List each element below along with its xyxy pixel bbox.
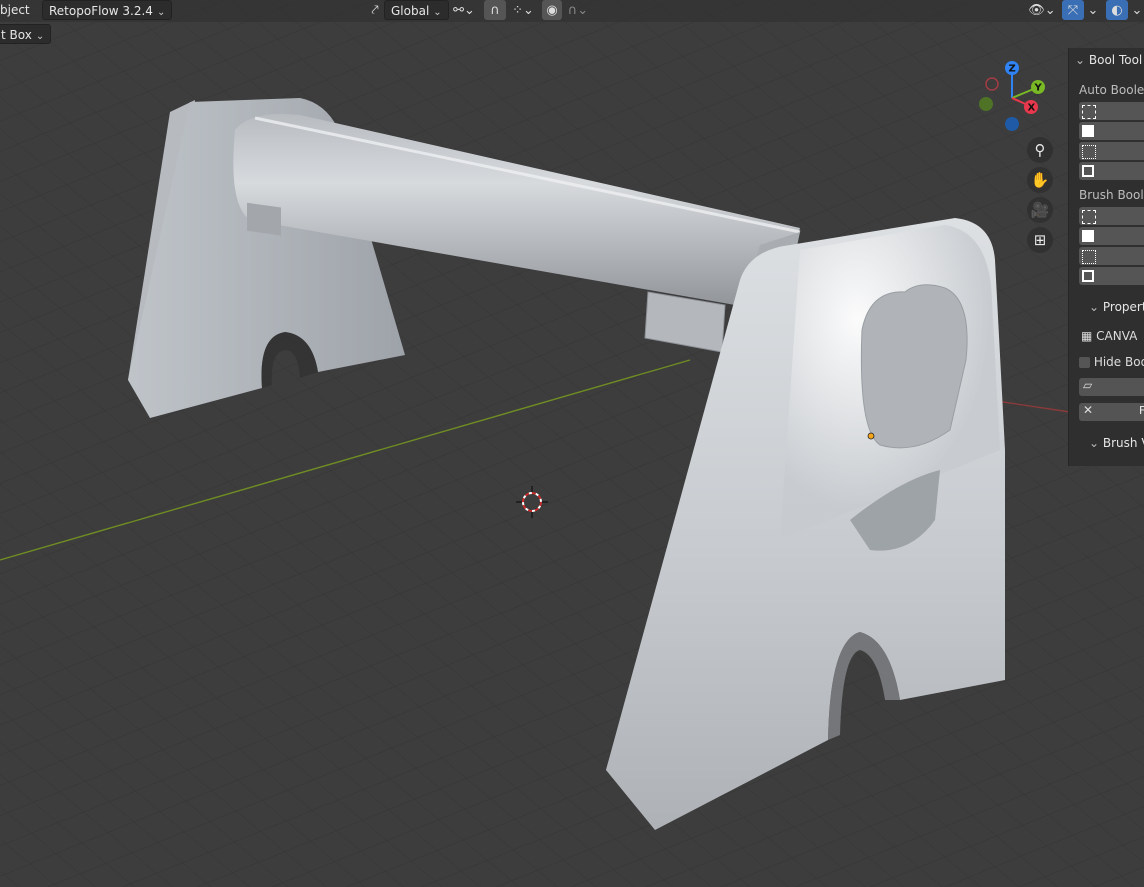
brush-slice-button[interactable] — [1079, 267, 1144, 285]
difference-icon — [1082, 210, 1096, 224]
properties-label: Propert — [1102, 300, 1144, 314]
brush-union-button[interactable] — [1079, 227, 1144, 245]
3d-viewport[interactable]: Z Y X bject RetopoFlow 3.2.4 ⌄ ⤤ Global ⌄ … — [0, 0, 1144, 887]
tool-label: t Box — [1, 28, 32, 42]
visibility-icon[interactable]: 👁⌄ — [1026, 0, 1058, 20]
brush-label: Brush V — [1102, 436, 1144, 450]
brush-difference-button[interactable] — [1079, 207, 1144, 225]
hide-bool-checkbox[interactable]: Hide Boo — [1079, 355, 1144, 369]
orientation-dropdown[interactable]: Global ⌄ — [384, 0, 449, 20]
chevron-down-icon: ⌄ — [433, 7, 442, 18]
brush-intersect-button[interactable] — [1079, 247, 1144, 265]
select-brush-button[interactable]: ▱ — [1079, 378, 1144, 396]
chevron-down-icon[interactable]: ⌄ — [1130, 0, 1144, 20]
union-icon — [1082, 230, 1094, 242]
canvas-label: CANVA — [1096, 329, 1138, 343]
snap-target-icon[interactable]: ⁘⌄ — [508, 0, 538, 20]
union-icon — [1082, 125, 1094, 137]
brush-subpanel-header[interactable]: ⌄ Brush V — [1089, 436, 1144, 450]
properties-subpanel-header[interactable]: ⌄ Propert — [1089, 300, 1144, 314]
auto-union-button[interactable] — [1079, 122, 1144, 140]
intersect-icon — [1082, 145, 1096, 159]
overlay-toggle-icon[interactable]: ◐ — [1106, 0, 1128, 20]
camera-icon[interactable]: 🎥 — [1027, 197, 1053, 223]
gizmo-y-label: Y — [1034, 83, 1043, 94]
chevron-down-icon[interactable]: ⌄ — [1086, 0, 1100, 20]
remove-label: F — [1139, 404, 1144, 417]
slice-icon — [1082, 165, 1094, 177]
close-icon: ✕ — [1083, 403, 1094, 417]
chevron-down-icon: ⌄ — [1075, 53, 1086, 67]
viewport-scene: Z Y X — [0, 0, 1144, 887]
pivot-point-icon[interactable]: ⚯⌄ — [450, 0, 478, 20]
retopoflow-menu[interactable]: RetopoFlow 3.2.4 ⌄ — [42, 0, 173, 20]
falloff-icon[interactable]: ∩⌄ — [564, 0, 592, 20]
checkbox-icon — [1079, 357, 1090, 368]
chevron-down-icon: ⌄ — [1089, 436, 1100, 450]
gizmo-z-label: Z — [1009, 64, 1016, 75]
mode-menu[interactable]: bject — [0, 0, 30, 20]
chevron-down-icon: ⌄ — [1089, 300, 1100, 314]
mode-label: bject — [0, 3, 30, 17]
perspective-grid-icon[interactable]: ⊞ — [1027, 227, 1053, 253]
panel-title: Bool Tool — [1088, 53, 1143, 67]
panel-header[interactable]: ⌄ Bool Tool — [1075, 53, 1142, 67]
parallelogram-icon: ▱ — [1083, 378, 1093, 392]
chevron-down-icon: ⌄ — [156, 7, 166, 18]
chevron-down-icon: ⌄ — [35, 31, 45, 42]
transform-orientation-icon: ⤤ — [371, 2, 379, 18]
retopoflow-label: RetopoFlow 3.2.4 — [49, 4, 153, 18]
tool-dropdown[interactable]: t Box ⌄ — [0, 24, 52, 44]
slice-icon — [1082, 270, 1094, 282]
canvas-row: ▦ CANVA — [1081, 329, 1137, 343]
snap-toggle-icon[interactable]: ∩ — [484, 0, 506, 20]
bool-tool-panel: ⌄ Bool Tool Auto Boolea Brush Boole ⌄ Pr… — [1068, 48, 1144, 466]
brush-boolean-label: Brush Boole — [1079, 188, 1144, 202]
remove-button[interactable]: ✕F — [1079, 403, 1144, 421]
pan-hand-icon[interactable]: ✋ — [1027, 167, 1053, 193]
auto-slice-button[interactable] — [1079, 162, 1144, 180]
hide-bool-label: Hide Boo — [1093, 355, 1144, 369]
proportional-edit-icon[interactable]: ◉ — [542, 0, 562, 20]
orientation-label: Global — [391, 4, 430, 18]
grid-icon: ▦ — [1081, 329, 1093, 343]
gizmo-x-label: X — [1028, 103, 1036, 114]
object-origin — [867, 432, 875, 440]
auto-boolean-label: Auto Boolea — [1079, 83, 1144, 97]
auto-difference-button[interactable] — [1079, 102, 1144, 120]
difference-icon — [1082, 105, 1096, 119]
zoom-icon[interactable]: ⚲ — [1027, 137, 1053, 163]
auto-intersect-button[interactable] — [1079, 142, 1144, 160]
intersect-icon — [1082, 250, 1096, 264]
gizmo-toggle-icon[interactable]: ⤧ — [1062, 0, 1084, 20]
